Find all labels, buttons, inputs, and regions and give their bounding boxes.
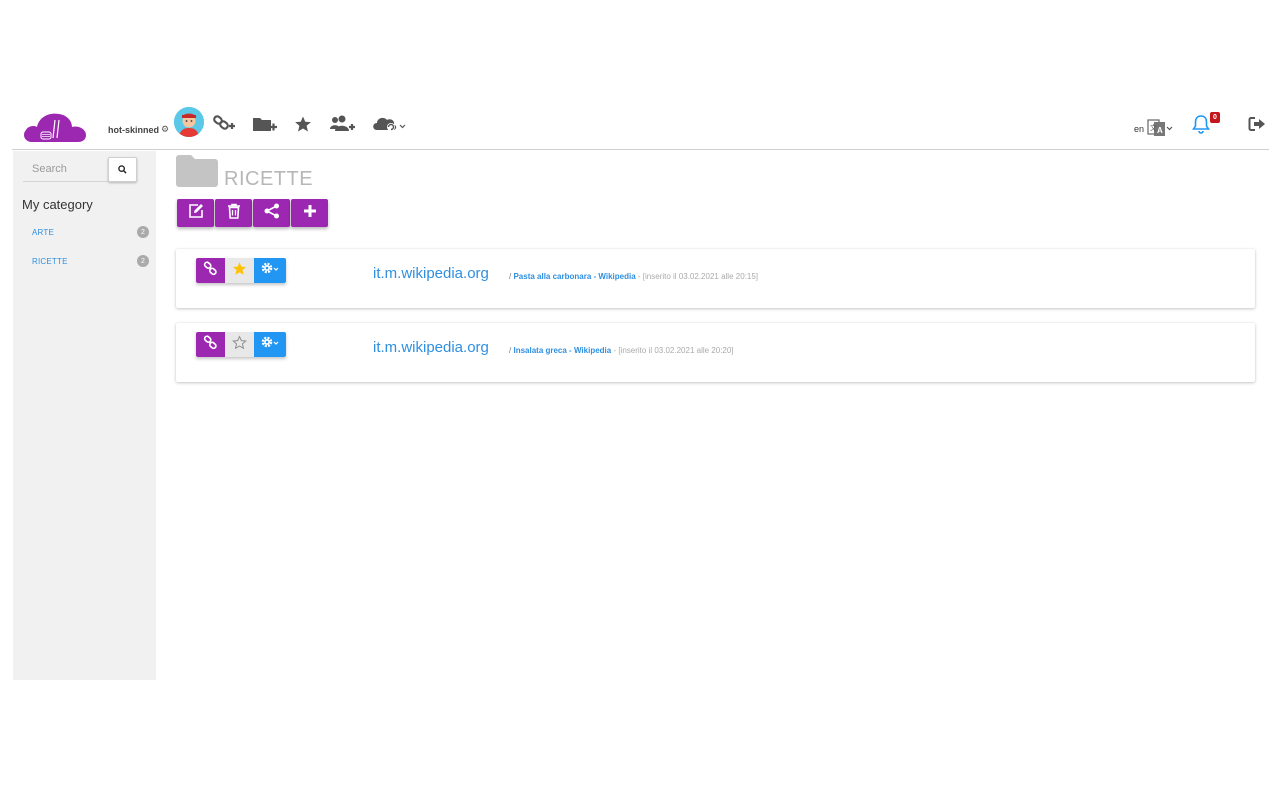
notifications-button[interactable]: 0 [1190, 112, 1224, 138]
meta-separator: / [509, 346, 512, 355]
search-bar [23, 157, 137, 182]
open-link-button[interactable] [196, 258, 225, 283]
language-selector[interactable]: en 文 A [1134, 119, 1173, 139]
bell-icon [1192, 114, 1210, 139]
sidebar-item-ricette[interactable]: RICETTE 2 [32, 253, 149, 269]
category-heading: My category [22, 197, 93, 212]
add-bookmark-button[interactable] [291, 199, 328, 227]
category-label: RICETTE [32, 256, 68, 266]
trash-icon [227, 203, 241, 224]
gear-icon [260, 261, 280, 280]
top-navbar: hot-skinned ⚙ en 文 A 0 [12, 100, 1269, 150]
add-users-icon[interactable] [330, 114, 356, 134]
bookmark-card: it.m.wikipedia.org / Pasta alla carbonar… [176, 249, 1255, 308]
delete-folder-button[interactable] [215, 199, 252, 227]
sidebar: My category ARTE 2 RICETTE 2 [13, 151, 156, 680]
star-filled-icon [232, 261, 247, 281]
category-count-badge: 2 [137, 226, 149, 238]
bookmark-title-link[interactable]: Insalata greca - Wikipedia [513, 346, 611, 355]
search-button[interactable] [108, 157, 137, 182]
add-link-icon[interactable] [212, 114, 236, 134]
gear-icon: ⚙ [161, 124, 170, 134]
folder-header: RICETTE [176, 154, 313, 192]
bookmark-timestamp: - [inserito il 03.02.2021 alle 20:15] [637, 272, 758, 281]
favorite-toggle[interactable] [225, 332, 254, 357]
edit-folder-button[interactable] [177, 199, 214, 227]
add-folder-icon[interactable] [252, 114, 278, 134]
bookmark-settings-dropdown[interactable] [254, 258, 286, 283]
folder-icon [176, 154, 218, 192]
svg-text:文: 文 [1150, 123, 1157, 132]
bookmark-domain-link[interactable]: it.m.wikipedia.org [373, 339, 489, 356]
category-count-badge: 2 [137, 255, 149, 267]
notification-count-badge: 0 [1210, 112, 1220, 123]
logout-icon[interactable] [1248, 116, 1266, 137]
cloud-sync-icon[interactable] [372, 114, 406, 134]
share-folder-button[interactable] [253, 199, 290, 227]
link-icon [203, 334, 218, 355]
svg-text:A: A [1157, 126, 1163, 135]
favorite-toggle[interactable] [225, 258, 254, 283]
bookmark-domain-link[interactable]: it.m.wikipedia.org [373, 265, 489, 282]
open-link-button[interactable] [196, 332, 225, 357]
bookmark-meta: / Insalata greca - Wikipedia - [inserito… [509, 346, 734, 355]
edit-icon [188, 203, 204, 224]
search-input[interactable] [23, 157, 108, 182]
bookmark-settings-dropdown[interactable] [254, 332, 286, 357]
star-icon[interactable] [294, 114, 312, 134]
cloud-logo-icon[interactable] [22, 108, 88, 144]
category-label: ARTE [32, 227, 54, 237]
language-label: en [1134, 124, 1145, 134]
sidebar-item-arte[interactable]: ARTE 2 [32, 224, 149, 240]
bookmark-actions [196, 258, 286, 283]
bookmark-timestamp: - [inserito il 03.02.2021 alle 20:20] [613, 346, 734, 355]
bookmark-title-link[interactable]: Pasta alla carbonara - Wikipedia [513, 272, 635, 281]
plus-icon [303, 204, 317, 223]
link-icon [203, 260, 218, 281]
user-menu[interactable]: hot-skinned ⚙ [108, 124, 169, 135]
star-outline-icon [232, 334, 247, 355]
bookmark-card: it.m.wikipedia.org / Insalata greca - Wi… [176, 323, 1255, 382]
bookmark-meta: / Pasta alla carbonara - Wikipedia - [in… [509, 272, 758, 281]
folder-toolbar [177, 199, 328, 227]
gear-icon [260, 335, 280, 354]
username-label: hot-skinned [108, 124, 159, 135]
avatar[interactable] [174, 107, 204, 137]
meta-separator: / [509, 272, 512, 281]
share-icon [264, 203, 280, 224]
bookmark-actions [196, 332, 286, 357]
translate-icon: 文 A [1147, 119, 1173, 139]
page-title: RICETTE [224, 168, 314, 190]
search-icon [118, 161, 127, 179]
